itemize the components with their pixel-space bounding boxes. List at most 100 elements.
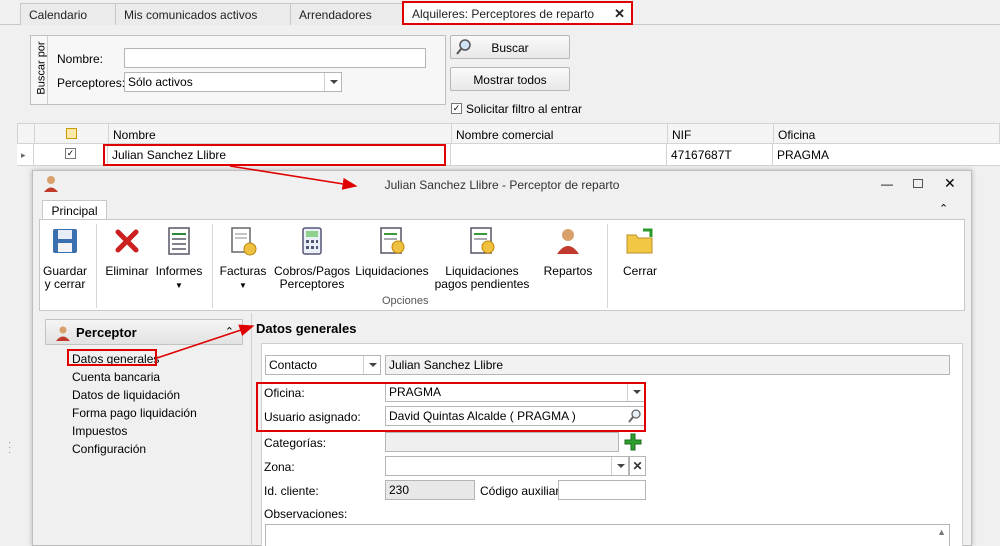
pending-settlement-icon [470, 227, 495, 254]
group-caption: Buscar por [31, 36, 48, 104]
chevron-down-icon[interactable] [611, 457, 628, 475]
chevron-down-icon[interactable] [324, 73, 341, 91]
row-checkbox[interactable]: ✓ [65, 148, 76, 159]
tab-arrendadores[interactable]: Arrendadores [290, 3, 403, 25]
tab-principal[interactable]: Principal [42, 200, 107, 220]
perceptor-dialog: Julian Sanchez Llibre - Perceptor de rep… [32, 170, 972, 546]
divider [607, 224, 608, 308]
tab-mis-comunicados[interactable]: Mis comunicados activos [115, 3, 291, 25]
search-panel: Buscar por Nombre: Perceptores: Sólo act… [17, 25, 1000, 123]
row-indicator-header [18, 124, 35, 143]
perceptor-header-label: Perceptor [76, 325, 137, 340]
cerrar-label: Cerrar [622, 264, 657, 278]
id-cliente-field[interactable]: 230 [385, 480, 475, 500]
row-check-cell[interactable]: ✓ [34, 144, 108, 165]
delete-icon [115, 229, 139, 253]
nav-item-impuestos[interactable]: Impuestos [72, 424, 127, 438]
nav-item-configuracion[interactable]: Configuración [72, 442, 146, 456]
add-icon[interactable] [623, 432, 643, 452]
tab-label: Mis comunicados activos [124, 8, 258, 22]
minimize-icon[interactable]: — [881, 177, 893, 191]
person-icon [557, 229, 579, 254]
mostrar-todos-label: Mostrar todos [473, 73, 547, 87]
cerrar-button[interactable]: Cerrar [614, 226, 666, 278]
ribbon: Guardar y cerrar Eliminar Informes ▼ Fac… [39, 219, 965, 311]
observaciones-textarea[interactable]: ▲ [265, 524, 950, 546]
liquidaciones-pendientes-button[interactable]: Liquidaciones pagos pendientes [432, 226, 532, 291]
settlement-icon [380, 227, 405, 254]
contacto-type-select[interactable]: Contacto [265, 355, 381, 375]
scroll-up-icon[interactable]: ▲ [937, 527, 946, 537]
chevron-down-icon[interactable] [363, 356, 380, 374]
nav-item-cuenta-bancaria[interactable]: Cuenta bancaria [72, 370, 160, 384]
guardar-line2: y cerrar [44, 277, 86, 291]
tab-label: Calendario [29, 8, 88, 22]
eliminar-button[interactable]: Eliminar [104, 226, 150, 278]
contacto-name-value: Julian Sanchez Llibre [389, 358, 504, 372]
buscar-por-label: Buscar por [35, 41, 48, 95]
datos-generales-panel: Contacto Julian Sanchez Llibre Oficina: … [261, 343, 963, 546]
column-header-oficina[interactable]: Oficina [774, 124, 1000, 143]
buscar-button[interactable]: Buscar [450, 35, 570, 59]
column-label: NIF [672, 128, 692, 142]
liquidaciones-button[interactable]: Liquidaciones [354, 226, 430, 278]
grid-header: Nombre Nombre comercial NIF Oficina [17, 123, 1000, 144]
splitter-handle[interactable]: · · · [8, 438, 11, 458]
perceptor-group-header[interactable]: Perceptor ⌃ [45, 319, 243, 345]
cobros-pagos-button[interactable]: Cobros/Pagos Perceptores [274, 226, 350, 291]
invoice-icon [231, 227, 257, 256]
row-indicator-icon: ▸ [17, 144, 34, 165]
repartos-button[interactable]: Repartos [540, 226, 596, 278]
repartos-label: Repartos [543, 264, 593, 278]
tab-calendario[interactable]: Calendario [20, 3, 116, 25]
collapse-ribbon-icon[interactable]: ⌃ [939, 202, 948, 215]
restore-icon[interactable] [913, 179, 923, 188]
select-all-checkbox[interactable] [66, 128, 77, 139]
divider [96, 224, 97, 308]
codigo-auxiliar-label: Código auxiliar: [480, 484, 563, 498]
dialog-title: Julian Sanchez Llibre - Perceptor de rep… [384, 178, 620, 192]
guardar-line1: Guardar [43, 264, 88, 278]
person-icon [56, 326, 70, 341]
search-icon [456, 39, 471, 55]
highlight-oficina-usuario [256, 382, 646, 432]
categorias-field[interactable] [385, 432, 619, 452]
select-all-header[interactable] [35, 124, 109, 143]
observaciones-label: Observaciones: [264, 507, 348, 521]
perceptores-value: Sólo activos [128, 75, 193, 89]
facturas-button[interactable]: Facturas ▼ [218, 226, 268, 292]
section-title: Datos generales [256, 321, 357, 336]
zona-select[interactable] [385, 456, 629, 476]
highlight-datos-generales [67, 349, 157, 366]
contacto-name-field[interactable]: Julian Sanchez Llibre [385, 355, 950, 375]
collapse-icon[interactable]: ⌃ [225, 325, 234, 338]
informes-button[interactable]: Informes ▼ [154, 226, 204, 292]
nombre-input[interactable] [124, 48, 426, 68]
codigo-auxiliar-field[interactable] [558, 480, 646, 500]
nav-item-datos-liquidacion[interactable]: Datos de liquidación [72, 388, 180, 402]
column-header-nif[interactable]: NIF [668, 124, 774, 143]
cell-oficina[interactable]: PRAGMA [773, 144, 1000, 165]
tab-alquileres-perceptores[interactable]: Alquileres: Perceptores de reparto ✕ [402, 1, 633, 25]
clear-icon[interactable]: ✕ [629, 456, 646, 476]
cell-nif[interactable]: 47167687T [667, 144, 773, 165]
ribbon-tab-bar: Principal ⌃ [33, 197, 971, 220]
close-tab-icon[interactable]: ✕ [614, 6, 625, 22]
calculator-icon [302, 227, 322, 255]
folder-icon [626, 228, 653, 254]
perceptores-select[interactable]: Sólo activos [124, 72, 342, 92]
column-header-nombre-comercial[interactable]: Nombre comercial [452, 124, 668, 143]
guardar-cerrar-button[interactable]: Guardar y cerrar [43, 226, 87, 291]
nav-item-forma-pago[interactable]: Forma pago liquidación [72, 406, 197, 420]
mostrar-todos-button[interactable]: Mostrar todos [450, 67, 570, 91]
divider [212, 224, 213, 308]
dropdown-arrow-icon: ▼ [175, 281, 183, 290]
column-label: Nombre [113, 128, 156, 142]
solicitar-filtro-checkbox[interactable]: ✓ [451, 103, 462, 114]
id-cliente-label: Id. cliente: [264, 484, 319, 498]
eliminar-label: Eliminar [105, 264, 149, 278]
cell-nombre-comercial[interactable] [451, 144, 667, 165]
close-icon[interactable]: ✕ [944, 175, 956, 192]
column-header-nombre[interactable]: Nombre [109, 124, 452, 143]
ribbon-tab-label: Principal [51, 204, 98, 218]
